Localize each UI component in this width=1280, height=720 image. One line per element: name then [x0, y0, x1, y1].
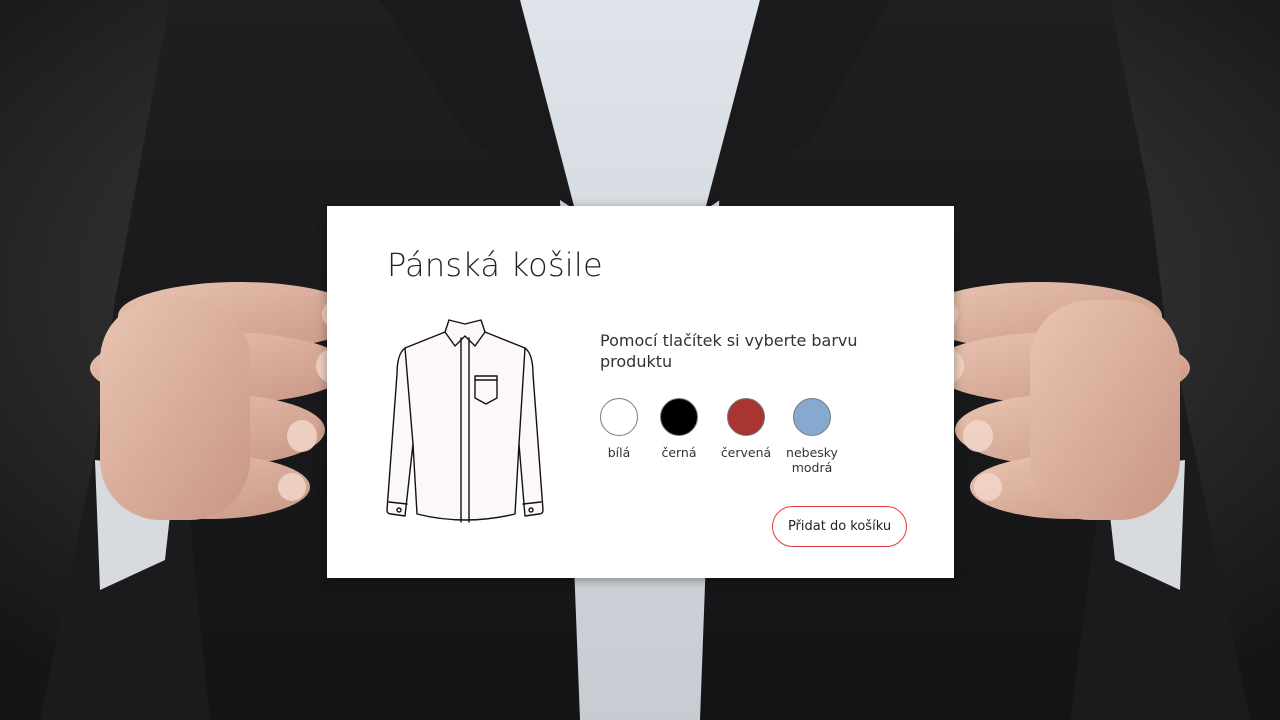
color-swatch-white[interactable] — [600, 398, 638, 436]
shirt-icon — [386, 319, 544, 523]
color-option-black: černá — [644, 398, 714, 460]
color-swatch-sky-blue[interactable] — [793, 398, 831, 436]
color-label: červená — [720, 445, 772, 460]
color-swatch-red[interactable] — [727, 398, 765, 436]
color-option-sky-blue: nebesky modrá — [777, 398, 847, 475]
color-instruction: Pomocí tlačítek si vyberte barvu produkt… — [600, 331, 858, 371]
add-to-cart-button[interactable]: Přidat do košíku — [772, 506, 907, 547]
color-label: černá — [661, 445, 697, 460]
product-card: Pánská košile Pomocí tlačítek si vyberte… — [327, 206, 954, 578]
color-swatch-black[interactable] — [660, 398, 698, 436]
color-option-red: červená — [711, 398, 781, 460]
product-title: Pánská košile — [387, 246, 603, 284]
color-label: nebesky modrá — [786, 445, 838, 475]
photo-scene: Pánská košile Pomocí tlačítek si vyberte… — [0, 0, 1280, 720]
